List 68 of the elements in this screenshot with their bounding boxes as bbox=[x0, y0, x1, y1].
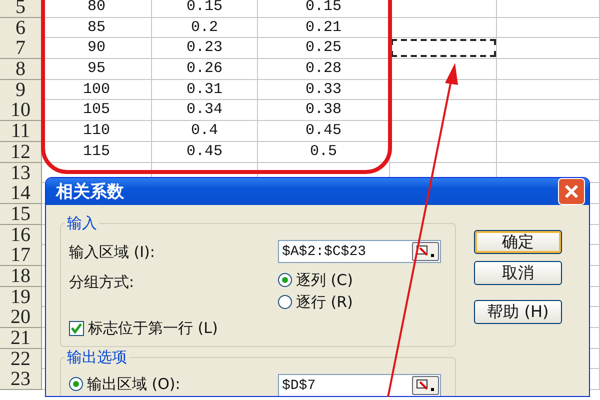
table-cell: 0.15 bbox=[186, 0, 222, 17]
row-header: 15 bbox=[0, 204, 42, 225]
range-picker-button[interactable] bbox=[412, 242, 439, 261]
table-cell: 0.21 bbox=[305, 18, 342, 38]
row-header: 8 bbox=[0, 59, 42, 80]
row-header: 16 bbox=[0, 224, 42, 246]
table-cell: 0.15 bbox=[305, 0, 342, 17]
row-header: 11 bbox=[0, 121, 42, 142]
range-picker-button[interactable] bbox=[412, 376, 439, 395]
option-label: 逐行 (R) bbox=[296, 292, 353, 312]
field-label: 输入区域 (I): bbox=[69, 242, 156, 263]
group-legend: 输入 bbox=[65, 214, 99, 233]
checkbox[interactable] bbox=[69, 320, 84, 336]
field-label: 分组方式: bbox=[69, 272, 136, 293]
arrow-icon bbox=[416, 379, 436, 392]
close-button[interactable] bbox=[558, 178, 585, 205]
radio-button[interactable] bbox=[69, 377, 83, 391]
table-cell: 0.45 bbox=[305, 121, 342, 142]
table-cell: 0.23 bbox=[186, 38, 222, 58]
table-cell: 0.2 bbox=[190, 18, 218, 38]
row-header: 20 bbox=[0, 307, 42, 328]
input-field[interactable]: $D$7 bbox=[278, 374, 441, 396]
radio-button[interactable] bbox=[278, 273, 292, 287]
table-cell: 90 bbox=[87, 38, 106, 58]
row-header: 6 bbox=[0, 18, 42, 39]
table-cell: 0.31 bbox=[186, 80, 222, 100]
checkbox-label: 标志位于第一行 (L) bbox=[88, 318, 218, 338]
table-cell: 80 bbox=[87, 0, 106, 17]
table-cell: 0.45 bbox=[186, 142, 222, 162]
radio-button[interactable] bbox=[278, 295, 292, 309]
window-title: 相关系数 bbox=[56, 181, 124, 203]
table-cell: 0.26 bbox=[186, 59, 222, 80]
row-header: 18 bbox=[0, 266, 42, 287]
table-cell: 0.38 bbox=[305, 100, 342, 120]
row-header: 23 bbox=[0, 369, 42, 390]
arrow-icon bbox=[416, 245, 436, 258]
row-header: 10 bbox=[0, 100, 42, 122]
row-header: 12 bbox=[0, 142, 42, 163]
row-header: 17 bbox=[0, 245, 42, 266]
option-label: 输出区域 (O): bbox=[87, 374, 180, 394]
table-cell: 0.5 bbox=[310, 142, 337, 162]
row-header: 21 bbox=[0, 328, 42, 349]
row-header: 13 bbox=[0, 162, 42, 184]
table-cell: 0.25 bbox=[305, 38, 342, 58]
table-cell: 95 bbox=[87, 59, 106, 80]
table-cell: 115 bbox=[82, 142, 110, 162]
table-cell: 0.4 bbox=[190, 121, 218, 142]
option-label: 逐列 (C) bbox=[296, 270, 353, 290]
table-cell: 110 bbox=[82, 121, 110, 142]
table-cell: 0.28 bbox=[305, 59, 342, 80]
row-header: 14 bbox=[0, 183, 42, 204]
dialog-button[interactable]: 确定 bbox=[474, 230, 562, 254]
dialog-button[interactable]: 取消 bbox=[474, 261, 562, 285]
row-header: 9 bbox=[0, 80, 42, 101]
table-cell: 85 bbox=[87, 18, 106, 38]
table-cell: 0.34 bbox=[186, 100, 222, 120]
row-header: 7 bbox=[0, 38, 42, 60]
row-header: 22 bbox=[0, 348, 42, 370]
table-cell: 0.33 bbox=[305, 80, 342, 100]
input-field[interactable]: $A$2:$C$23 bbox=[278, 240, 441, 263]
table-cell: 100 bbox=[82, 80, 110, 100]
row-header: 19 bbox=[0, 286, 42, 308]
check-icon bbox=[71, 322, 82, 334]
dialog-button[interactable]: 帮助 (H) bbox=[474, 300, 562, 324]
table-cell: 105 bbox=[82, 100, 110, 120]
close-icon bbox=[564, 184, 579, 199]
row-header: 5 bbox=[0, 0, 42, 18]
group-legend: 输出选项 bbox=[65, 348, 129, 367]
